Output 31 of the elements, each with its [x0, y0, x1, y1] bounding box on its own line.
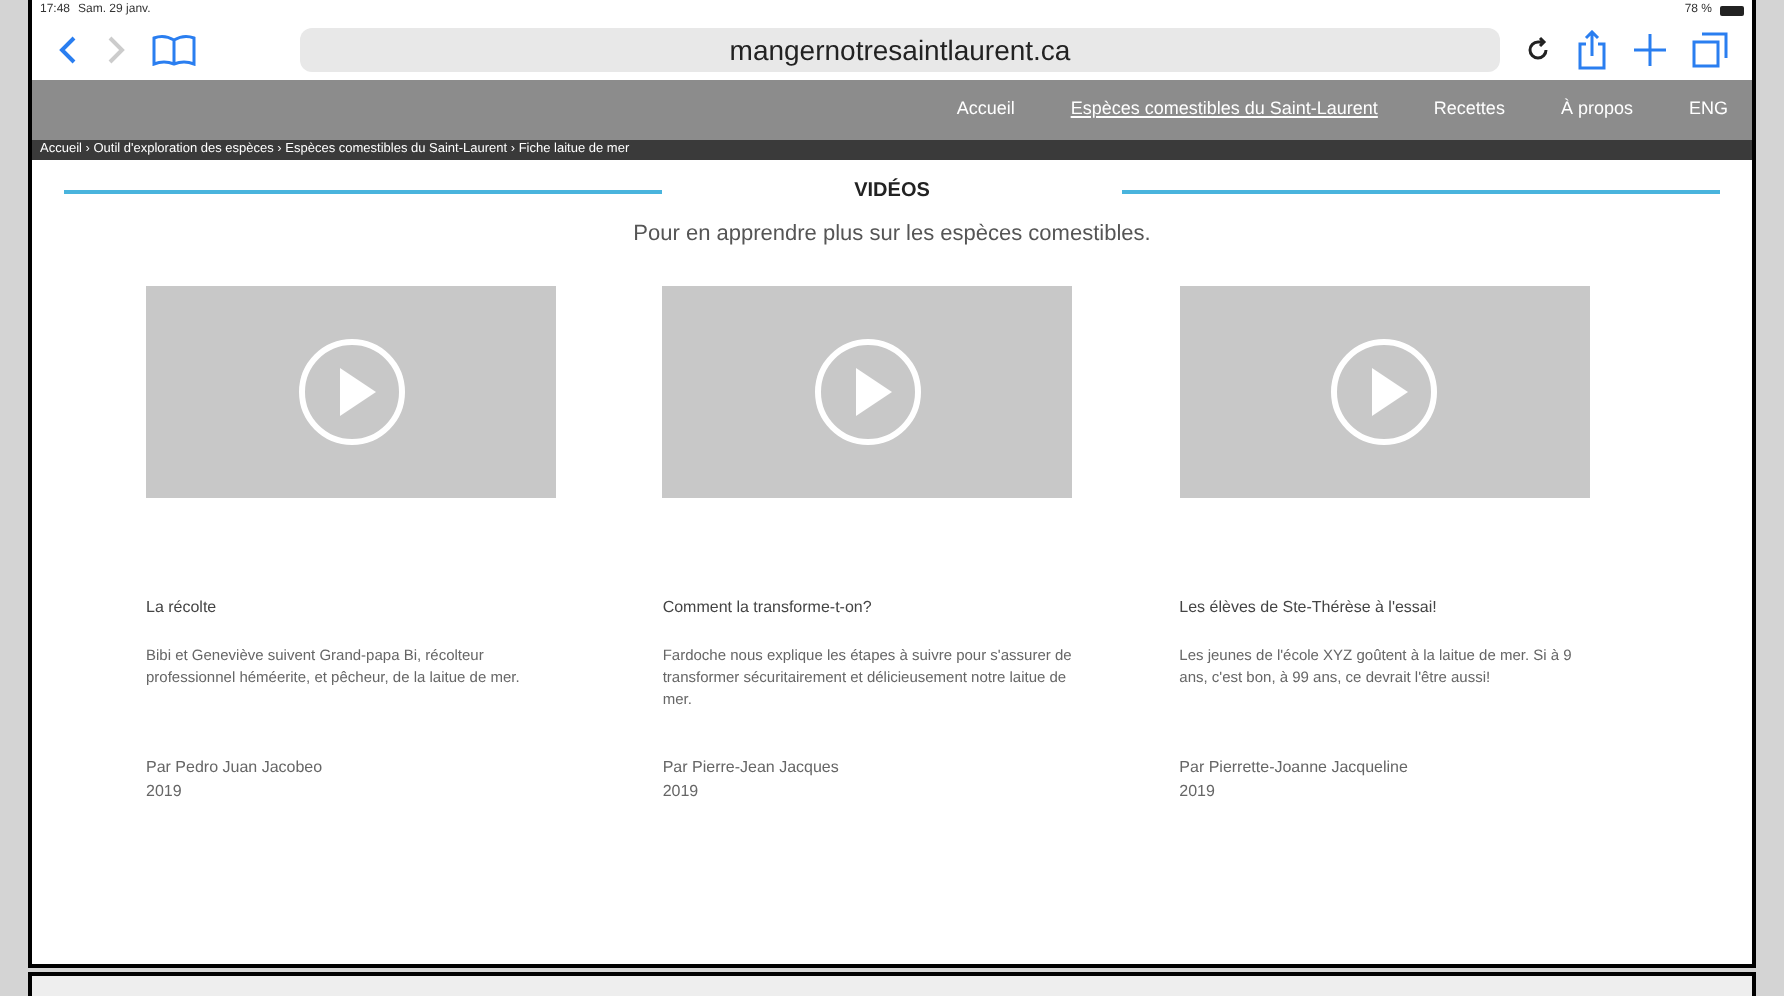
- nav-link[interactable]: ENG: [1688, 96, 1728, 124]
- section-title: VIDÉOS: [852, 176, 932, 206]
- tabs-icon[interactable]: [1692, 32, 1728, 68]
- video-author: Par Pierrette-Joanne Jacqueline: [1179, 755, 1410, 779]
- video-author: Par Pedro Juan Jacobeo: [146, 755, 325, 779]
- nav-link[interactable]: Accueil: [956, 96, 1015, 124]
- video-year: 2019: [146, 779, 184, 803]
- play-icon[interactable]: [1328, 335, 1441, 447]
- video-year: 2019: [662, 779, 701, 803]
- forward-icon[interactable]: [104, 34, 128, 66]
- nav-link[interactable]: Espèces comestibles du Saint-Laurent: [1070, 96, 1378, 124]
- video-title[interactable]: La récolte: [146, 595, 586, 619]
- video-title[interactable]: Comment la transforme-t-on?: [662, 595, 1103, 619]
- reload-icon[interactable]: [1524, 36, 1552, 64]
- plus-icon[interactable]: [1632, 32, 1668, 68]
- back-icon[interactable]: [56, 34, 80, 66]
- video-title[interactable]: Les élèves de Ste-Thérèse à l'essai!: [1179, 595, 1620, 619]
- play-icon[interactable]: [811, 335, 924, 447]
- bookmarks-icon[interactable]: [152, 34, 196, 66]
- video-thumbnail[interactable]: [662, 285, 1073, 497]
- video-year: 2019: [1179, 779, 1217, 803]
- video-author: Par Pierre-Jean Jacques: [662, 755, 841, 779]
- play-icon[interactable]: [295, 335, 407, 447]
- nav-link[interactable]: Recettes: [1433, 96, 1505, 124]
- address-bar[interactable]: mangernotresaintlaurent.ca: [300, 28, 1500, 72]
- video-thumbnail[interactable]: [1179, 285, 1590, 497]
- section-subtitle: Pour en apprendre plus sur les espèces comestibles.: [631, 220, 1153, 250]
- battery-icon: [1720, 5, 1744, 15]
- nav-link[interactable]: À propos: [1560, 96, 1633, 124]
- video-thumbnail[interactable]: [146, 285, 556, 497]
- share-icon[interactable]: [1576, 30, 1608, 70]
